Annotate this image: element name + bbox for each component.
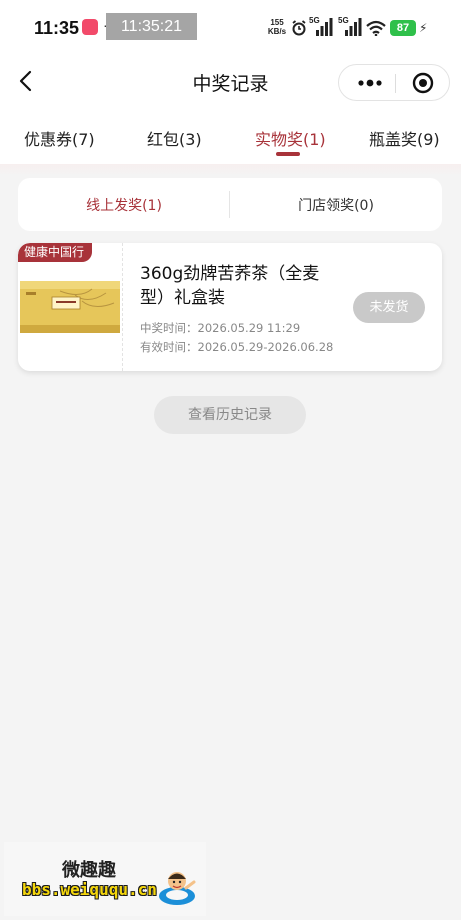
wifi-icon	[366, 20, 386, 36]
network-speed-unit: KB/s	[267, 27, 287, 36]
close-target-icon[interactable]	[411, 71, 435, 95]
watermark-url: bbs.weiququ.cn	[22, 880, 157, 899]
tea-gift-box-image	[20, 281, 120, 333]
overlay-time: 11:35:21	[106, 13, 197, 40]
watermark-name: 微趣趣	[62, 860, 116, 881]
app-notification-icon	[82, 19, 98, 35]
delivery-subtabs: 线上发奖(1) 门店领奖(0)	[18, 178, 442, 231]
signal-5g-icon-2: 5G	[338, 16, 362, 40]
network-speed: 155 KB/s	[266, 18, 288, 36]
network-speed-value: 155	[270, 18, 284, 27]
prize-status-badge[interactable]: 未发货	[353, 292, 425, 323]
signal-1-label: 5G	[309, 16, 320, 25]
tab-red-packets[interactable]: 红包(3)	[147, 126, 202, 150]
prize-valid-time: 有效时间：2026.05.29-2026.06.28	[140, 340, 334, 354]
subtab-store-pickup[interactable]: 门店领奖(0)	[230, 195, 442, 215]
prize-card[interactable]: 健康中国行 360g劲牌苦荞茶（全麦型）礼盒装 中奖时间：2026.05.29 …	[18, 243, 442, 371]
capsule-divider	[395, 74, 396, 93]
tab-bottle-cap-prizes[interactable]: 瓶盖奖(9)	[369, 126, 440, 150]
prize-win-time: 中奖时间：2026.05.29 11:29	[140, 321, 301, 335]
alarm-icon	[292, 20, 306, 36]
miniprogram-capsule	[338, 64, 450, 101]
site-watermark: 微趣趣 bbs.weiququ.cn	[4, 842, 206, 916]
active-tab-indicator	[276, 152, 300, 156]
charging-icon: ⚡	[419, 21, 428, 35]
card-separator	[122, 243, 123, 371]
category-tabs: 优惠券(7) 红包(3) 实物奖(1) 瓶盖奖(9)	[0, 106, 461, 164]
battery-indicator: 87	[390, 20, 416, 36]
tab-coupons[interactable]: 优惠券(7)	[24, 126, 95, 150]
signal-5g-icon-1: 5G	[309, 16, 333, 40]
subtab-online-delivery[interactable]: 线上发奖(1)	[18, 195, 230, 215]
status-time: 11:35	[34, 18, 80, 38]
mascot-icon	[159, 872, 196, 905]
signal-2-label: 5G	[338, 16, 349, 25]
prize-tag: 健康中国行	[18, 243, 93, 262]
prize-title: 360g劲牌苦荞茶（全麦型）礼盒装	[140, 264, 320, 308]
nav-bar: 中奖记录	[0, 56, 461, 106]
header-gradient	[0, 164, 461, 176]
view-history-button[interactable]: 查看历史记录	[154, 396, 306, 434]
more-icon[interactable]	[355, 71, 385, 95]
tab-physical-prizes[interactable]: 实物奖(1)	[255, 126, 326, 150]
status-bar: 11:35 ··· 11:35:21 155 KB/s 5G 5G	[0, 0, 461, 56]
